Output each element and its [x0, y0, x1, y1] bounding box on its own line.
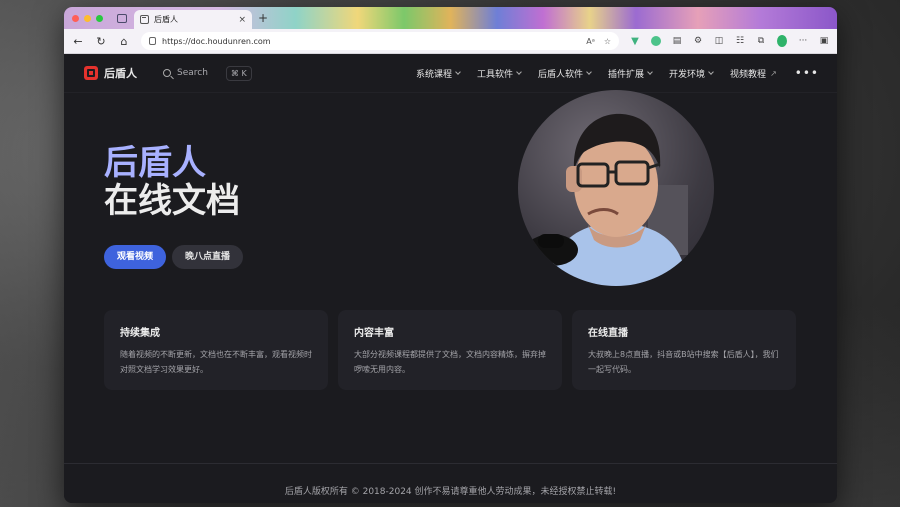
- maximize-window-button[interactable]: [96, 14, 103, 22]
- vue-devtools-icon[interactable]: ▼: [630, 36, 640, 47]
- tab-title: 后盾人: [154, 15, 178, 24]
- external-link-icon: ↗: [770, 68, 777, 78]
- browser-menu-icon[interactable]: ···: [798, 36, 808, 46]
- tab-actions-icon[interactable]: [117, 13, 127, 23]
- address-bar: ← ↻ ⌂ https://doc.houdunren.com Aᵃ ☆ ▼ ▤…: [64, 29, 837, 54]
- feature-title: 在线直播: [588, 328, 628, 339]
- nav-item-houdunren-software[interactable]: 后盾人软件: [538, 67, 592, 80]
- new-tab-button[interactable]: +: [258, 11, 268, 25]
- copyright-text: 后盾人版权所有 © 2018-2024 创作不易请尊重他人劳动成果，未经授权禁止…: [284, 487, 617, 497]
- chevron-down-icon: [516, 68, 522, 75]
- nav-item-plugins[interactable]: 插件扩展: [608, 67, 653, 80]
- profile-avatar[interactable]: [777, 35, 787, 47]
- window-controls: [72, 14, 103, 22]
- refresh-icon[interactable]: ↻: [95, 36, 107, 47]
- favorite-star-icon[interactable]: ☆: [604, 37, 611, 46]
- tab-strip: 后盾人 × +: [64, 7, 837, 29]
- feature-text: 随着视频的不断更新，文档也在不断丰富，观看视频时对照文档学习效果更好。: [120, 350, 312, 374]
- feature-card: 内容丰富 大部分视频课程都提供了文档，文档内容精炼，摒弃掉啰嗦无用内容。: [338, 310, 562, 390]
- search-placeholder: Search: [177, 68, 208, 78]
- site-header: 后盾人 Search ⌘ K 系统课程 工具软件 后盾人软件 插件扩展 开发环境…: [64, 54, 837, 93]
- tab-close-icon[interactable]: ×: [238, 15, 246, 25]
- watch-video-button[interactable]: 观看视频: [104, 245, 167, 269]
- read-aloud-icon[interactable]: Aᵃ: [586, 37, 595, 46]
- split-screen-icon[interactable]: ◫: [714, 36, 724, 46]
- sidebar-toggle-icon[interactable]: ▣: [819, 36, 829, 46]
- search-icon: [163, 69, 171, 77]
- nav-item-dev-env[interactable]: 开发环境: [669, 67, 714, 80]
- nav-item-tools[interactable]: 工具软件: [476, 67, 522, 80]
- hero-title-subtitle: 在线文档: [104, 181, 240, 221]
- chevron-down-icon: [708, 68, 714, 75]
- nav-item-video-tutorials[interactable]: 视频教程 ↗: [730, 67, 777, 80]
- search-button[interactable]: Search ⌘ K: [163, 63, 252, 83]
- site-logo-text[interactable]: 后盾人: [104, 65, 137, 81]
- more-menu-button[interactable]: •••: [795, 66, 819, 80]
- page-favicon-icon: [140, 15, 149, 24]
- person-portrait-image: [526, 113, 688, 286]
- url-text[interactable]: https://doc.houdunren.com: [162, 37, 580, 46]
- feature-card: 在线直播 大叔晚上8点直播，抖音或B站中搜索【后盾人】，我们一起写代码。: [572, 310, 796, 390]
- chevron-down-icon: [647, 68, 653, 75]
- feature-text: 大部分视频课程都提供了文档，文档内容精炼，摒弃掉啰嗦无用内容。: [354, 350, 546, 374]
- favorites-icon[interactable]: ☷: [735, 36, 745, 46]
- nav-item-courses[interactable]: 系统课程: [415, 67, 461, 80]
- collections-icon[interactable]: ⧉: [756, 36, 766, 46]
- live-stream-button[interactable]: 晚八点直播: [172, 245, 244, 269]
- minimize-window-button[interactable]: [84, 14, 91, 22]
- tab-active[interactable]: 后盾人 ×: [134, 10, 252, 29]
- hero-title-name: 后盾人: [104, 143, 206, 183]
- site-footer: 后盾人版权所有 © 2018-2024 创作不易请尊重他人劳动成果，未经授权禁止…: [64, 463, 837, 503]
- extensions-icon[interactable]: ⚙: [693, 36, 703, 46]
- feature-title: 内容丰富: [354, 328, 394, 339]
- main-nav: 系统课程 工具软件 后盾人软件 插件扩展 开发环境 视频教程 ↗: [416, 67, 777, 80]
- extensions-bar: ▼ ▤ ⚙ ◫ ☷ ⧉ ··· ▣: [630, 35, 829, 47]
- browser-window: 后盾人 × + ← ↻ ⌂ https://doc.houdunren.com …: [64, 7, 837, 503]
- search-shortcut-badge: ⌘ K: [225, 65, 252, 81]
- chevron-down-icon: [586, 68, 592, 75]
- nav-label: 视频教程: [730, 69, 767, 80]
- home-icon[interactable]: ⌂: [118, 36, 130, 47]
- chevron-down-icon: [455, 68, 461, 75]
- lock-icon: [149, 37, 156, 45]
- hero-avatar-photo: [518, 90, 714, 286]
- close-window-button[interactable]: [72, 14, 79, 22]
- feature-card: 持续集成 随着视频的不断更新，文档也在不断丰富，观看视频时对照文档学习效果更好。: [104, 310, 328, 390]
- extension-green-icon[interactable]: [651, 36, 661, 46]
- feature-text: 大叔晚上8点直播，抖音或B站中搜索【后盾人】，我们一起写代码。: [588, 350, 779, 374]
- extension-doc-icon[interactable]: ▤: [672, 36, 682, 46]
- feature-title: 持续集成: [120, 328, 160, 339]
- nav-label: 工具软件: [476, 69, 513, 80]
- nav-label: 插件扩展: [608, 69, 645, 80]
- url-field[interactable]: https://doc.houdunren.com Aᵃ ☆: [141, 32, 619, 50]
- nav-label: 系统课程: [415, 69, 452, 80]
- nav-label: 后盾人软件: [538, 69, 584, 80]
- site-page: 后盾人 Search ⌘ K 系统课程 工具软件 后盾人软件 插件扩展 开发环境…: [64, 54, 837, 503]
- back-icon[interactable]: ←: [72, 36, 84, 47]
- logo-icon[interactable]: [84, 66, 98, 80]
- nav-label: 开发环境: [669, 69, 706, 80]
